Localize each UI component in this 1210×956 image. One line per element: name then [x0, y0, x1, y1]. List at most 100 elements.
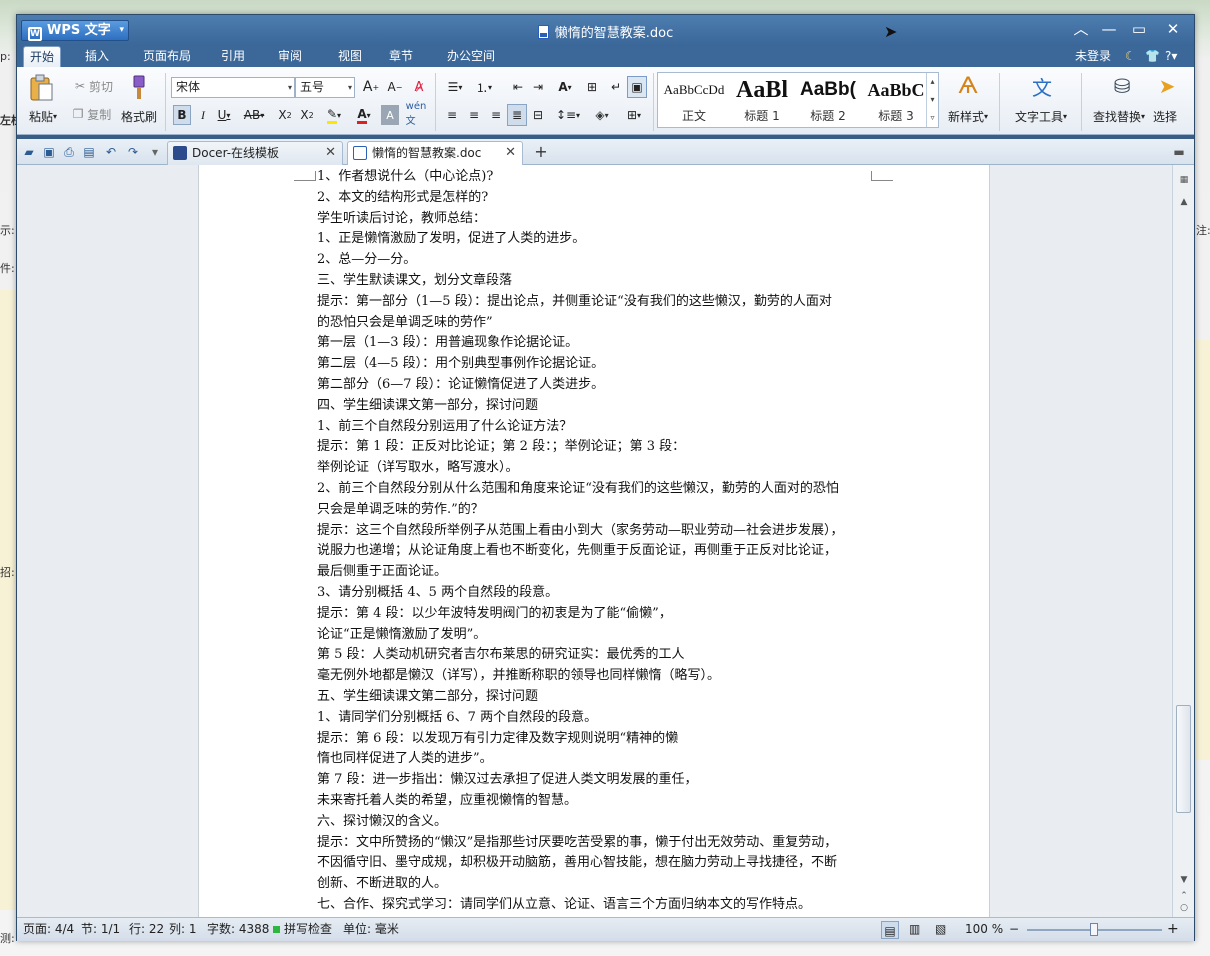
document-line[interactable]: 提示：文中所赞扬的“懒汉”是指那些讨厌要吃苦受累的事，懒于付出无效劳动、重复劳动… — [317, 833, 877, 854]
bullet-list-icon[interactable]: ☰ ▾ — [443, 77, 467, 97]
document-line[interactable]: 2、前三个自然段分别从什么范围和角度来论证“没有我们的这些懒汉，勤劳的人面对的恐… — [317, 479, 877, 500]
document-line[interactable]: 最后侧重于正面论证。 — [317, 562, 877, 583]
document-line[interactable]: 未来寄托着人类的希望，应重视懒惰的智慧。 — [317, 791, 877, 812]
line-spacing-icon[interactable]: ↕≡ ▾ — [555, 105, 581, 125]
table-icon[interactable]: ⊞ — [583, 77, 601, 97]
tab-office-space[interactable]: 办公空间 — [441, 46, 501, 67]
zoom-out-icon[interactable]: − — [1009, 918, 1019, 940]
help-icon[interactable]: ?▾ — [1159, 46, 1183, 67]
scroll-up-icon[interactable]: ▲ — [1177, 195, 1191, 209]
binoculars-icon[interactable]: ⛁ — [1107, 71, 1137, 101]
status-section[interactable]: 节: 1/1 — [81, 918, 120, 940]
new-style-button[interactable]: 新样式 ▾ — [943, 107, 993, 125]
document-line[interactable]: 第 7 段：进一步指出：懒汉过去承担了促进人类文明发展的重任， — [317, 770, 877, 791]
close-tab-icon[interactable]: ✕ — [505, 142, 516, 164]
paste-icon[interactable] — [25, 73, 57, 103]
numbered-list-icon[interactable]: ⒈ ▾ — [471, 77, 497, 97]
subscript-button[interactable]: X2 — [297, 105, 317, 125]
select-button[interactable]: 选择 — [1153, 107, 1185, 125]
style-heading-3[interactable]: AaBbC 标题 3 — [862, 73, 930, 127]
highlight-icon[interactable]: ✎ ▾ — [321, 105, 347, 125]
document-line[interactable]: 四、学生细读课文第一部分，探讨问题 — [317, 396, 877, 417]
paragraph-layout-icon[interactable]: ▣ — [627, 76, 647, 98]
document-line[interactable]: 提示：第 1 段：正反对比论证；第 2 段：；举例论证；第 3 段： — [317, 437, 877, 458]
tab-chapter[interactable]: 章节 — [383, 46, 419, 67]
styles-scroll[interactable]: ▴ ▾ ▿ — [926, 73, 938, 127]
undo-icon[interactable]: ↶ — [103, 144, 119, 160]
outline-view-icon[interactable]: ▥ — [909, 918, 920, 940]
document-line[interactable]: 提示：这三个自然段所举例子从范围上看由小到大（家务劳动—职业劳动—社会进步发展）… — [317, 521, 877, 542]
document-line[interactable]: 2、总—分—分。 — [317, 250, 877, 271]
status-unit[interactable]: 单位: 毫米 — [343, 918, 399, 940]
align-left-icon[interactable]: ≡ — [443, 105, 461, 125]
document-line[interactable]: 毫无例外地都是懒汉（详写），并推断称职的领导也同样懒惰（略写）。 — [317, 666, 877, 687]
page-view-icon[interactable]: ▤ — [881, 921, 899, 939]
style-heading-1[interactable]: AaBl 标题 1 — [728, 73, 796, 127]
document-line[interactable]: 只会是单调乏味的劳作.”的？ — [317, 500, 877, 521]
maximize-button[interactable]: ▭ — [1125, 19, 1153, 39]
document-page[interactable]: 1、作者想说什么（中心论点)? 2、本文的结构形式是怎样的? 学生听读后讨论，教师总… — [198, 165, 990, 917]
login-link[interactable]: 未登录 — [1069, 46, 1117, 67]
document-line[interactable]: 说服力也递增；从论证角度上看也不断变化，先侧重于反面论证，再侧重于正反对比论证， — [317, 541, 877, 562]
phonetic-guide-icon[interactable]: wén 文 — [403, 101, 429, 127]
print-icon[interactable]: ⎙ — [61, 144, 77, 160]
zoom-in-icon[interactable]: + — [1167, 918, 1179, 940]
tab-insert[interactable]: 插入 — [79, 46, 115, 67]
document-line[interactable]: 3、请分别概括 4、5 两个自然段的段意。 — [317, 583, 877, 604]
cut-button[interactable]: ✂ 剪切 — [69, 77, 119, 95]
tab-review[interactable]: 审阅 — [272, 46, 308, 67]
paste-button[interactable]: 粘贴 ▾ — [23, 107, 63, 125]
paragraph-shading-icon[interactable]: ◈ ▾ — [589, 105, 615, 125]
close-tab-icon[interactable]: ✕ — [325, 142, 336, 164]
document-line[interactable]: 五、学生细读课文第二部分，探讨问题 — [317, 687, 877, 708]
copy-button[interactable]: ❐ 复制 — [67, 105, 117, 123]
tab-current-document[interactable]: 懒惰的智慧教案.doc ✕ — [347, 141, 523, 165]
format-painter-button[interactable]: 格式刷 — [117, 107, 161, 125]
font-size-select[interactable]: 五号 ▾ — [295, 77, 355, 98]
show-marks-icon[interactable]: ↵ — [607, 77, 625, 97]
format-painter-icon[interactable] — [122, 73, 152, 103]
document-line[interactable]: 六、探讨懒汉的含义。 — [317, 812, 877, 833]
close-button[interactable]: ✕ — [1159, 19, 1187, 39]
document-line[interactable]: 第二部分（6—7 段）：论证懒惰促进了人类进步。 — [317, 375, 877, 396]
redo-icon[interactable]: ↷ — [125, 144, 141, 160]
borders-icon[interactable]: ⊞ ▾ — [621, 105, 647, 125]
justify-icon[interactable]: ≣ — [507, 104, 527, 126]
document-line[interactable]: 提示：第 4 段：以少年波特发明阀门的初衷是为了能“偷懒”， — [317, 604, 877, 625]
bold-button[interactable]: B — [173, 105, 191, 125]
document-line[interactable]: 2、本文的结构形式是怎样的? — [317, 188, 877, 209]
document-line[interactable]: 惰也同样促进了人类的进步”。 — [317, 749, 877, 770]
increase-font-icon[interactable]: A + — [361, 77, 381, 97]
document-line[interactable]: 三、学生默读课文，划分文章段落 — [317, 271, 877, 292]
minimize-button[interactable]: — — [1095, 19, 1123, 39]
scroll-down-icon[interactable]: ▼ — [1177, 873, 1191, 887]
text-tools-icon[interactable]: 文 — [1027, 71, 1057, 101]
spell-check-toggle[interactable]: 拼写检查 — [273, 918, 332, 940]
status-col[interactable]: 列: 1 — [169, 918, 197, 940]
document-line[interactable]: 论证“正是懒惰激励了发明”。 — [317, 625, 877, 646]
document-line[interactable]: 七、合作、探究式学习：请同学们从立意、论证、语言三个方面归纳本文的写作特点。 — [317, 895, 877, 916]
document-line[interactable]: 第二层（4—5 段）：用个别典型事例作论据论证。 — [317, 354, 877, 375]
decrease-indent-icon[interactable]: ⇤ — [509, 77, 527, 97]
zoom-slider-knob[interactable] — [1090, 923, 1098, 936]
scrollbar-thumb[interactable] — [1176, 705, 1191, 813]
new-tab-icon[interactable]: + — [533, 144, 549, 160]
style-normal[interactable]: AaBbCcDd 正文 — [660, 73, 728, 127]
vertical-scrollbar[interactable]: ▦ ▲ ▼ ⌃ ○ ⌄ — [1172, 165, 1194, 925]
document-line[interactable]: 的恐怕只会是单调乏味的劳作” — [317, 313, 877, 334]
italic-button[interactable]: I — [195, 105, 211, 125]
zoom-level[interactable]: 100 % — [965, 918, 1003, 940]
tab-page-layout[interactable]: 页面布局 — [137, 46, 197, 67]
new-style-icon[interactable]: Ѧ — [951, 71, 985, 101]
document-line[interactable]: 举例论证（详写取水，略写渡水）。 — [317, 458, 877, 479]
document-line[interactable]: 创新、不断进取的人。 — [317, 874, 877, 895]
superscript-button[interactable]: X2 — [275, 105, 295, 125]
align-center-icon[interactable]: ≡ — [465, 105, 483, 125]
tab-references[interactable]: 引用 — [215, 46, 251, 67]
tab-home[interactable]: 开始 — [23, 46, 62, 67]
clear-format-icon[interactable]: A̷ — [409, 77, 429, 97]
open-folder-icon[interactable]: ▰ — [21, 144, 37, 160]
align-right-icon[interactable]: ≡ — [487, 105, 505, 125]
document-line[interactable]: 1、作者想说什么（中心论点)? — [317, 167, 877, 188]
style-heading-2[interactable]: AaBb(标题 2 — [794, 73, 862, 127]
